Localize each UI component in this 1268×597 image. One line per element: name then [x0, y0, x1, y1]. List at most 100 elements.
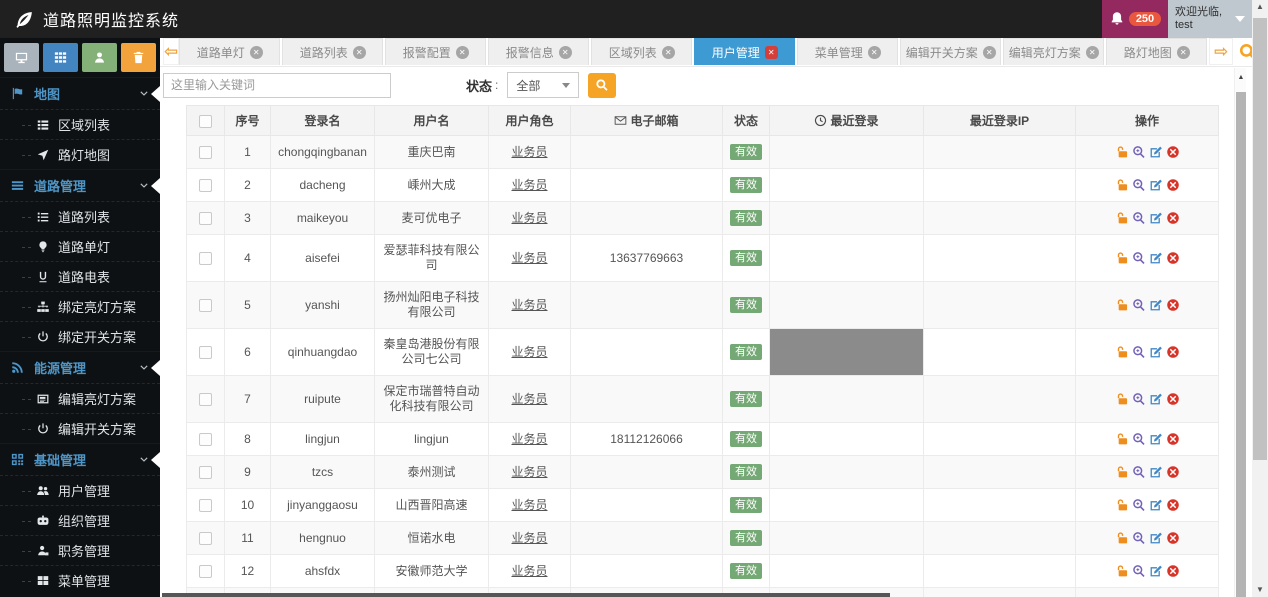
row-delete-button[interactable]	[1166, 145, 1180, 159]
row-edit-button[interactable]	[1149, 531, 1163, 545]
scrollbar-thumb[interactable]	[1253, 18, 1267, 460]
row-edit-button[interactable]	[1149, 498, 1163, 512]
row-checkbox[interactable]	[199, 532, 212, 545]
row-zoom-in-button[interactable]	[1132, 432, 1146, 446]
row-checkbox[interactable]	[199, 565, 212, 578]
row-checkbox[interactable]	[199, 252, 212, 265]
sidebar-group-3[interactable]: 基础管理	[0, 443, 160, 475]
row-zoom-in-button[interactable]	[1132, 211, 1146, 225]
sidebar-item-2-1[interactable]: 编辑开关方案	[0, 413, 160, 443]
scroll-up-arrow-icon[interactable]: ▲	[1252, 0, 1268, 14]
row-checkbox[interactable]	[199, 299, 212, 312]
horizontal-scrollbar-thumb[interactable]	[162, 593, 890, 597]
page-vertical-scrollbar[interactable]: ▲ ▼	[1252, 0, 1268, 597]
row-delete-button[interactable]	[1166, 298, 1180, 312]
sidebar-item-1-0[interactable]: 道路列表	[0, 201, 160, 231]
sidebar-item-3-3[interactable]: 菜单管理	[0, 565, 160, 595]
sidebar-item-1-1[interactable]: 道路单灯	[0, 231, 160, 261]
row-delete-button[interactable]	[1166, 564, 1180, 578]
row-checkbox[interactable]	[199, 433, 212, 446]
role-link[interactable]: 业务员	[511, 298, 547, 312]
row-delete-button[interactable]	[1166, 211, 1180, 225]
scroll-down-arrow-icon[interactable]: ▼	[1252, 583, 1268, 597]
row-unlock-button[interactable]	[1115, 211, 1129, 225]
role-link[interactable]: 业务员	[511, 211, 547, 225]
row-edit-button[interactable]	[1149, 298, 1163, 312]
tab-close-icon[interactable]: ✕	[765, 46, 778, 59]
tab-报警配置[interactable]: 报警配置✕	[385, 38, 486, 65]
row-delete-button[interactable]	[1166, 432, 1180, 446]
toolbar-user-button[interactable]	[82, 43, 117, 72]
row-delete-button[interactable]	[1166, 178, 1180, 192]
sidebar-group-1[interactable]: 道路管理	[0, 169, 160, 201]
search-submit-button[interactable]	[588, 73, 616, 98]
row-zoom-in-button[interactable]	[1132, 465, 1146, 479]
row-zoom-in-button[interactable]	[1132, 145, 1146, 159]
sidebar-item-1-4[interactable]: 绑定开关方案	[0, 321, 160, 351]
row-unlock-button[interactable]	[1115, 465, 1129, 479]
select-all-checkbox[interactable]	[199, 115, 212, 128]
row-zoom-in-button[interactable]	[1132, 392, 1146, 406]
keyword-input[interactable]	[163, 73, 391, 98]
status-filter-select[interactable]: 全部	[507, 72, 579, 98]
role-link[interactable]: 业务员	[511, 345, 547, 359]
tab-close-icon[interactable]: ✕	[559, 46, 572, 59]
tab-close-icon[interactable]: ✕	[983, 46, 996, 59]
role-link[interactable]: 业务员	[511, 432, 547, 446]
role-link[interactable]: 业务员	[511, 531, 547, 545]
tab-close-icon[interactable]: ✕	[250, 46, 263, 59]
row-checkbox[interactable]	[199, 146, 212, 159]
row-checkbox[interactable]	[199, 346, 212, 359]
row-zoom-in-button[interactable]	[1132, 298, 1146, 312]
row-edit-button[interactable]	[1149, 211, 1163, 225]
row-edit-button[interactable]	[1149, 392, 1163, 406]
row-delete-button[interactable]	[1166, 345, 1180, 359]
row-edit-button[interactable]	[1149, 564, 1163, 578]
table-vertical-scrollbar[interactable]: ▲	[1234, 68, 1246, 597]
row-unlock-button[interactable]	[1115, 298, 1129, 312]
tab-菜单管理[interactable]: 菜单管理✕	[797, 38, 898, 65]
tab-编辑开关方案[interactable]: 编辑开关方案✕	[900, 38, 1001, 65]
row-unlock-button[interactable]	[1115, 251, 1129, 265]
sidebar-item-0-0[interactable]: 区域列表	[0, 109, 160, 139]
tab-close-icon[interactable]: ✕	[353, 46, 366, 59]
row-zoom-in-button[interactable]	[1132, 564, 1146, 578]
sidebar-group-2[interactable]: 能源管理	[0, 351, 160, 383]
row-unlock-button[interactable]	[1115, 178, 1129, 192]
scroll-up-arrow-icon[interactable]: ▲	[1235, 74, 1247, 81]
row-edit-button[interactable]	[1149, 465, 1163, 479]
sidebar-item-3-2[interactable]: 职务管理	[0, 535, 160, 565]
sidebar-item-3-1[interactable]: 组织管理	[0, 505, 160, 535]
tab-道路列表[interactable]: 道路列表✕	[282, 38, 383, 65]
role-link[interactable]: 业务员	[511, 498, 547, 512]
tab-close-icon[interactable]: ✕	[1086, 46, 1099, 59]
row-checkbox[interactable]	[199, 393, 212, 406]
tab-用户管理[interactable]: 用户管理✕	[694, 38, 795, 65]
role-link[interactable]: 业务员	[511, 392, 547, 406]
row-unlock-button[interactable]	[1115, 531, 1129, 545]
tabs-scroll-left-button[interactable]: ⇦	[163, 38, 179, 65]
row-edit-button[interactable]	[1149, 432, 1163, 446]
row-zoom-in-button[interactable]	[1132, 178, 1146, 192]
tab-close-icon[interactable]: ✕	[1177, 46, 1190, 59]
tab-close-icon[interactable]: ✕	[868, 46, 881, 59]
tabs-scroll-right-button[interactable]: ⇨	[1209, 38, 1233, 65]
row-checkbox[interactable]	[199, 499, 212, 512]
row-edit-button[interactable]	[1149, 251, 1163, 265]
row-delete-button[interactable]	[1166, 531, 1180, 545]
toolbar-monitor-button[interactable]	[4, 43, 39, 72]
role-link[interactable]: 业务员	[511, 178, 547, 192]
sidebar-item-1-3[interactable]: 绑定亮灯方案	[0, 291, 160, 321]
row-zoom-in-button[interactable]	[1132, 498, 1146, 512]
row-edit-button[interactable]	[1149, 178, 1163, 192]
notifications-button[interactable]: 250	[1102, 0, 1168, 38]
row-edit-button[interactable]	[1149, 145, 1163, 159]
toolbar-trash-button[interactable]	[121, 43, 156, 72]
sidebar-item-2-0[interactable]: 编辑亮灯方案	[0, 383, 160, 413]
role-link[interactable]: 业务员	[511, 251, 547, 265]
sidebar-item-0-1[interactable]: 路灯地图	[0, 139, 160, 169]
row-unlock-button[interactable]	[1115, 392, 1129, 406]
row-unlock-button[interactable]	[1115, 564, 1129, 578]
tab-报警信息[interactable]: 报警信息✕	[488, 38, 589, 65]
row-zoom-in-button[interactable]	[1132, 531, 1146, 545]
